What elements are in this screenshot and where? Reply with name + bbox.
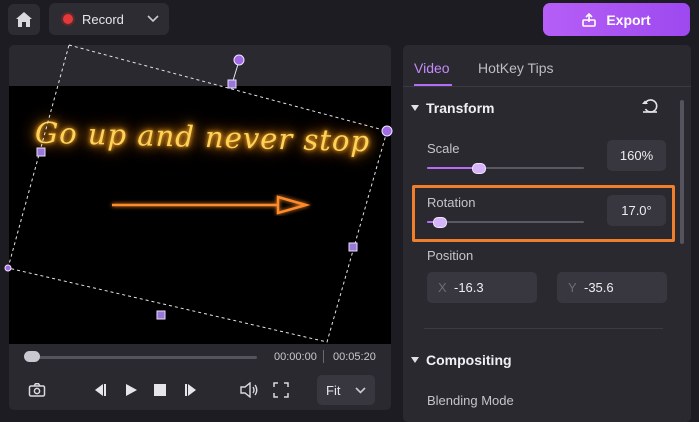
next-frame-button[interactable] bbox=[181, 379, 203, 401]
stop-icon bbox=[154, 384, 166, 396]
reset-transform-button[interactable] bbox=[641, 98, 659, 119]
play-button[interactable] bbox=[120, 379, 142, 401]
compositing-section-title[interactable]: Compositing bbox=[426, 352, 512, 368]
scale-label: Scale bbox=[427, 141, 460, 156]
scale-slider-knob[interactable] bbox=[472, 163, 486, 174]
caret-down-icon[interactable] bbox=[411, 357, 419, 363]
y-axis-label: Y bbox=[568, 280, 577, 295]
volume-button[interactable] bbox=[238, 379, 260, 401]
scale-value-field[interactable]: 160% bbox=[607, 140, 666, 171]
record-dropdown[interactable]: Record bbox=[49, 3, 169, 35]
chevron-down-icon bbox=[355, 386, 366, 394]
speaker-icon bbox=[240, 382, 258, 398]
export-button[interactable]: Export bbox=[543, 3, 690, 36]
panel-scrollbar[interactable] bbox=[680, 100, 684, 244]
caret-down-icon[interactable] bbox=[411, 105, 419, 111]
position-y-value: -35.6 bbox=[584, 280, 614, 295]
rotation-value-field[interactable]: 17.0° bbox=[607, 195, 666, 226]
previous-frame-button[interactable] bbox=[88, 379, 110, 401]
play-icon bbox=[126, 384, 137, 396]
position-x-value: -16.3 bbox=[454, 280, 484, 295]
time-separator bbox=[323, 350, 324, 363]
zoom-select[interactable]: Fit bbox=[317, 375, 375, 405]
export-icon bbox=[582, 12, 597, 27]
transform-section-title[interactable]: Transform bbox=[426, 100, 494, 116]
home-icon bbox=[16, 12, 32, 27]
rotation-label: Rotation bbox=[427, 195, 476, 210]
camera-icon bbox=[28, 383, 46, 397]
home-button[interactable] bbox=[8, 4, 40, 35]
position-y-field[interactable]: Y -35.6 bbox=[557, 272, 667, 303]
tab-hotkey-tips[interactable]: HotKey Tips bbox=[478, 60, 553, 76]
fullscreen-button[interactable] bbox=[270, 379, 292, 401]
record-label: Record bbox=[82, 11, 124, 27]
reset-icon bbox=[642, 99, 658, 113]
position-x-field[interactable]: X -16.3 bbox=[427, 272, 537, 303]
rotation-slider-track[interactable] bbox=[427, 221, 584, 223]
transform-selection-box[interactable] bbox=[0, 40, 400, 350]
stop-button[interactable] bbox=[149, 379, 171, 401]
position-label: Position bbox=[427, 248, 474, 263]
section-divider bbox=[424, 328, 663, 329]
chevron-down-icon bbox=[147, 15, 159, 23]
snapshot-button[interactable] bbox=[26, 379, 48, 401]
total-time: 00:05:20 bbox=[333, 351, 376, 363]
export-label: Export bbox=[606, 11, 651, 28]
rotation-slider-knob[interactable] bbox=[433, 217, 447, 228]
tabs-divider bbox=[403, 86, 691, 87]
blending-mode-label: Blending Mode bbox=[427, 393, 514, 408]
tab-video[interactable]: Video bbox=[414, 60, 450, 76]
step-back-icon bbox=[95, 384, 106, 396]
current-time: 00:00:00 bbox=[274, 351, 317, 363]
x-axis-label: X bbox=[438, 280, 447, 295]
fullscreen-icon bbox=[273, 382, 289, 398]
record-icon bbox=[63, 14, 73, 24]
timeline-scrubber-track[interactable] bbox=[25, 356, 257, 359]
zoom-select-value: Fit bbox=[326, 382, 341, 398]
timeline-scrubber-knob[interactable] bbox=[24, 351, 40, 362]
step-forward-icon bbox=[185, 384, 196, 396]
